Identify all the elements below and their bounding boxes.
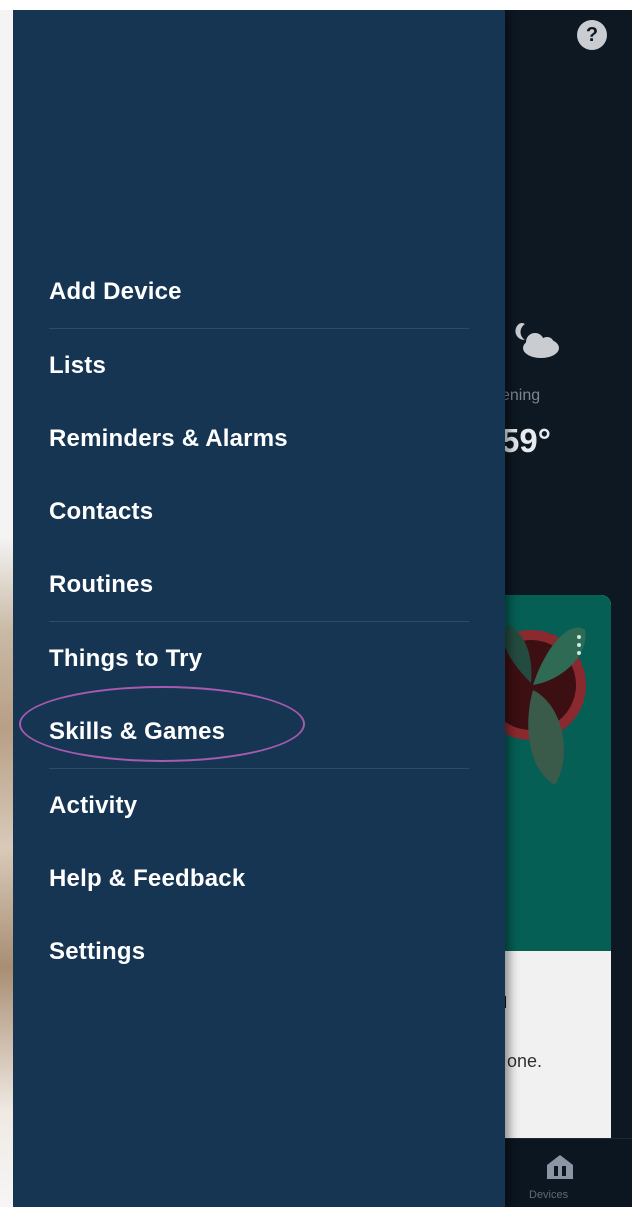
card-body-text: one. xyxy=(507,1051,543,1071)
menu-item-routines[interactable]: Routines xyxy=(49,548,469,621)
menu-item-skills-games[interactable]: Skills & Games xyxy=(49,695,469,768)
card-image xyxy=(493,595,611,951)
menu-item-activity[interactable]: Activity xyxy=(49,769,469,842)
background-photo-edge xyxy=(0,10,13,1207)
feature-card[interactable]: one. xyxy=(493,595,611,1150)
drawer-menu: Add Device Lists Reminders & Alarms Cont… xyxy=(49,255,469,988)
card-footer: one. xyxy=(493,951,611,1150)
menu-item-help-feedback[interactable]: Help & Feedback xyxy=(49,842,469,915)
menu-item-settings[interactable]: Settings xyxy=(49,915,469,988)
menu-item-reminders-alarms[interactable]: Reminders & Alarms xyxy=(49,402,469,475)
app-screen: ? vening 59° one. Devices Add Device Lis… xyxy=(13,10,632,1207)
help-icon[interactable]: ? xyxy=(577,20,607,50)
plant-illustration xyxy=(493,625,586,785)
nav-devices-label[interactable]: Devices xyxy=(529,1189,568,1201)
bottom-navigation: Devices xyxy=(493,1138,632,1207)
navigation-drawer: Add Device Lists Reminders & Alarms Cont… xyxy=(13,10,505,1207)
weather-temperature: 59° xyxy=(501,422,551,459)
menu-item-contacts[interactable]: Contacts xyxy=(49,475,469,548)
menu-item-things-to-try[interactable]: Things to Try xyxy=(49,622,469,695)
cloud-moon-icon xyxy=(515,322,559,358)
menu-item-add-device[interactable]: Add Device xyxy=(49,255,469,328)
devices-icon[interactable] xyxy=(546,1154,574,1180)
card-more-icon[interactable] xyxy=(577,631,583,667)
menu-item-lists[interactable]: Lists xyxy=(49,329,469,402)
